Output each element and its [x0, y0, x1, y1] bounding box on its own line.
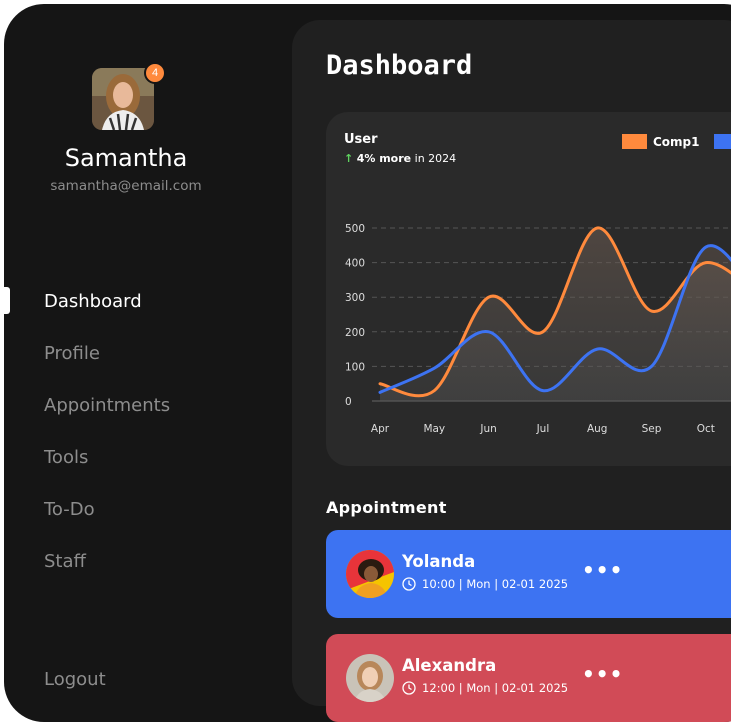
user-chart: 0 100 200 300 400 500 Apr May Jun Jul Aug Sep Oct [345, 223, 731, 435]
nav-active-indicator [4, 287, 10, 314]
avatar-portrait [346, 550, 394, 598]
chart-subtitle: ↑ 4% more in 2024 [344, 152, 456, 165]
x-tick-label: Sep [642, 423, 662, 435]
user-chart-card: 0 100 200 300 400 500 Apr May Jun Jul Aug Sep Oct Us… [326, 112, 731, 466]
y-tick-label: 300 [345, 292, 365, 304]
legend-swatch-series2 [713, 134, 731, 149]
appointment-time-text: 10:00 | Mon | 02-01 2025 [422, 577, 569, 591]
x-tick-label: May [423, 423, 445, 435]
sidebar-item-profile[interactable]: Profile [44, 342, 170, 394]
sidebar-item-appointments[interactable]: Appointments [44, 394, 170, 446]
x-tick-label: Apr [371, 423, 390, 435]
sidebar-item-tools[interactable]: Tools [44, 446, 170, 498]
trend-up-icon: ↑ [344, 152, 354, 165]
app-shell: 4 Samantha samantha@email.com Dashboard … [4, 4, 731, 722]
chart-subtitle-highlight: 4% more [356, 152, 412, 165]
chart-legend: Comp1 [622, 134, 731, 149]
sidebar: 4 Samantha samantha@email.com Dashboard … [4, 4, 292, 722]
logout-button[interactable]: Logout [44, 669, 106, 690]
chart-subtitle-rest: in 2024 [411, 152, 457, 165]
appointments-heading: Appointment [326, 498, 447, 517]
sidebar-item-dashboard[interactable]: Dashboard [44, 290, 170, 342]
x-tick-label: Jul [536, 423, 550, 435]
more-options-button[interactable]: ••• [582, 558, 623, 582]
clock-icon [402, 681, 416, 695]
chart-title: User [344, 132, 378, 147]
y-tick-label: 500 [345, 223, 365, 235]
page-title: Dashboard [326, 50, 473, 81]
legend-label-comp1: Comp1 [653, 134, 700, 149]
y-tick-label: 200 [345, 327, 365, 339]
sidebar-nav: Dashboard Profile Appointments Tools To-… [44, 290, 170, 602]
appointment-time: 10:00 | Mon | 02-01 2025 [402, 577, 568, 591]
y-tick-label: 400 [345, 258, 365, 270]
x-tick-label: Aug [587, 423, 608, 435]
notification-badge[interactable]: 4 [144, 62, 166, 84]
more-options-button[interactable]: ••• [582, 662, 623, 686]
user-name: Samantha [64, 144, 188, 172]
avatar-portrait [346, 654, 394, 702]
profile-avatar-wrap[interactable]: 4 [92, 62, 166, 130]
sidebar-item-staff[interactable]: Staff [44, 550, 170, 602]
appointment-time-text: 12:00 | Mon | 02-01 2025 [422, 681, 569, 695]
y-tick-label: 100 [345, 361, 365, 373]
avatar [346, 654, 394, 702]
appointment-name: Alexandra [402, 656, 497, 675]
sidebar-item-todo[interactable]: To-Do [44, 498, 170, 550]
y-tick-label: 0 [345, 396, 352, 408]
appointment-card-alexandra[interactable]: Alexandra 12:00 | Mon | 02-01 2025 ••• [326, 634, 731, 722]
x-tick-label: Jun [479, 423, 496, 435]
avatar [346, 550, 394, 598]
legend-swatch-comp1 [622, 134, 647, 149]
appointment-card-yolanda[interactable]: Yolanda 10:00 | Mon | 02-01 2025 ••• [326, 530, 731, 618]
main-panel: Dashboard 0 100 200 300 400 500 Apr May Jun Jul Au… [292, 20, 731, 722]
clock-icon [402, 577, 416, 591]
appointment-name: Yolanda [402, 552, 476, 571]
x-tick-label: Oct [697, 423, 715, 435]
user-email: samantha@email.com [50, 178, 202, 194]
appointment-time: 12:00 | Mon | 02-01 2025 [402, 681, 568, 695]
